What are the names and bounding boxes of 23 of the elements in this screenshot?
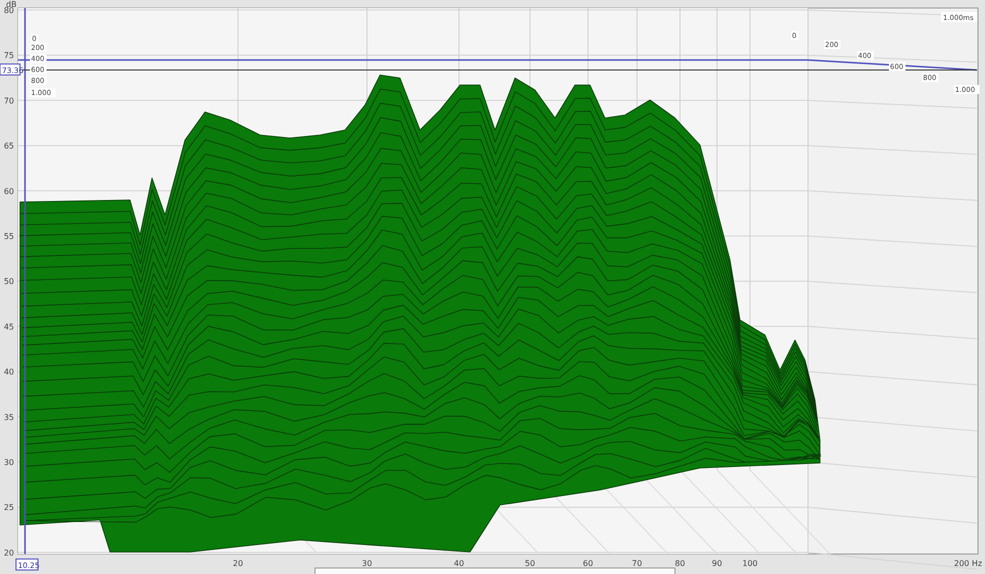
axis-tick-label: 30 bbox=[362, 559, 372, 568]
axis-tick-label: 80 bbox=[4, 6, 14, 15]
axis-tick-label: 75 bbox=[4, 51, 14, 60]
axis-tick-label: 65 bbox=[4, 142, 14, 151]
axis-tick-label: 90 bbox=[712, 559, 722, 568]
axis-tick-label: 55 bbox=[4, 232, 14, 241]
axis-tick-label: 200 Hz bbox=[954, 559, 982, 568]
axis-tick-label: 30 bbox=[4, 458, 14, 467]
axis-tick-label: 60 bbox=[4, 186, 14, 196]
axis-tick-label: 80 bbox=[674, 559, 686, 568]
axis-tick-label: 40 bbox=[454, 559, 464, 568]
axis-tick-label: 50 bbox=[4, 277, 14, 286]
axis-tick-label: 25 bbox=[4, 503, 14, 512]
axis-tick-label: 20 bbox=[232, 559, 244, 568]
axis-tick-label: 60 bbox=[582, 559, 594, 568]
axis-tick-label: 70 bbox=[4, 96, 14, 106]
axis-tick-label: 70 bbox=[632, 559, 642, 568]
axis-tick-label: 50 bbox=[524, 559, 536, 568]
axis-tick-label: 100 bbox=[742, 559, 758, 568]
axis-tick-label: 40 bbox=[4, 368, 14, 377]
axis-tick-label: 45 bbox=[4, 322, 14, 332]
axis-tick-label: 35 bbox=[4, 412, 14, 422]
axis-tick-label: 20 bbox=[4, 548, 14, 558]
